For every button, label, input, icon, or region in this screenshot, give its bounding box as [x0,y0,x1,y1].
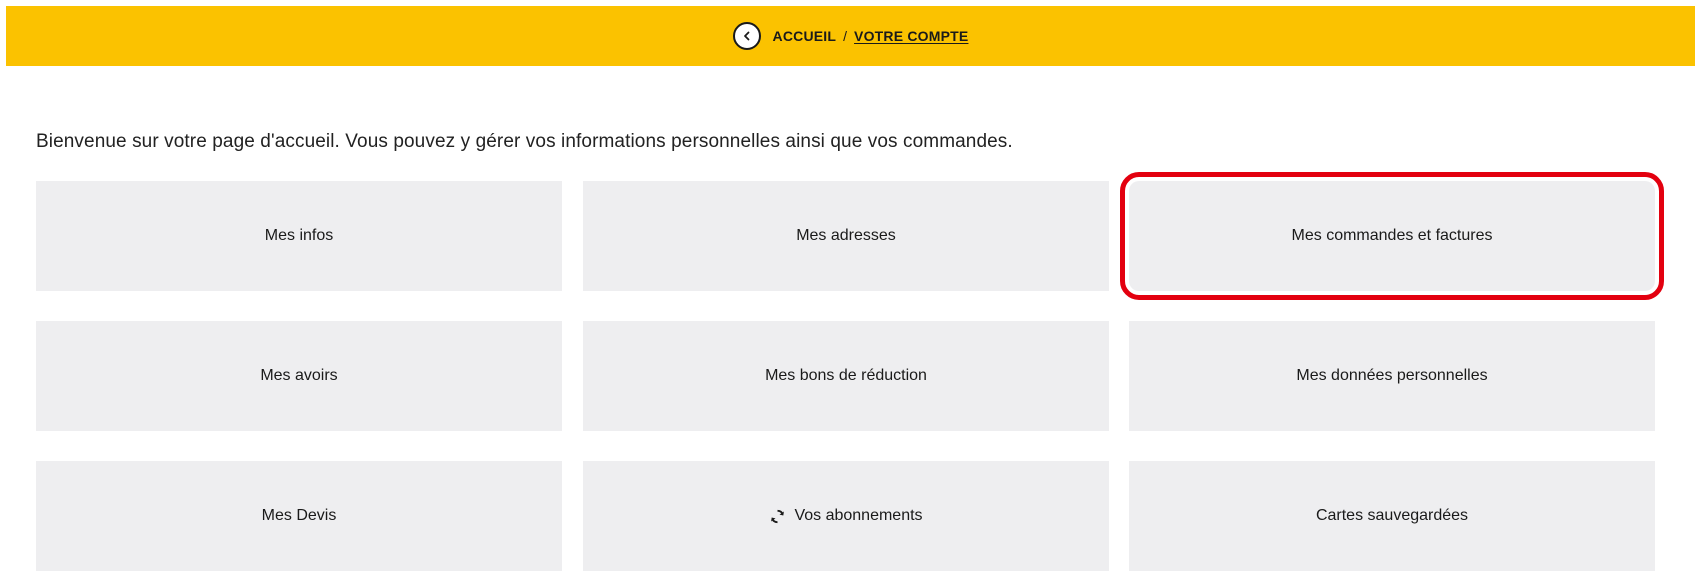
tile-mes-commandes-et-factures[interactable]: Mes commandes et factures [1120,172,1664,300]
tile-label: Mes Devis [261,507,337,524]
tile-label: Mes données personnelles [1296,367,1488,384]
tile-mes-bons-de-reduction[interactable]: Mes bons de réduction [583,321,1109,431]
tile-mes-adresses[interactable]: Mes adresses [583,181,1109,291]
tile-label: Mes commandes et factures [1291,227,1493,244]
breadcrumb-separator: / [843,28,848,44]
tile-label: Mes avoirs [260,367,338,384]
sync-icon [769,508,786,525]
tile-label: Vos abonnements [794,507,923,524]
tile-cartes-sauvegardees[interactable]: Cartes sauvegardées [1129,461,1655,571]
tile-vos-abonnements[interactable]: Vos abonnements [583,461,1109,571]
chevron-left-icon [743,31,749,41]
breadcrumb-home-link[interactable]: ACCUEIL [773,28,837,44]
tile-label: Mes adresses [796,227,896,244]
back-button[interactable] [732,22,761,50]
tile-label: Mes bons de réduction [765,367,927,384]
tile-mes-avoirs[interactable]: Mes avoirs [36,321,562,431]
tile-mes-devis[interactable]: Mes Devis [36,461,562,571]
breadcrumb-bar: ACCUEIL / VOTRE COMPTE [6,6,1695,66]
intro-text: Bienvenue sur votre page d'accueil. Vous… [36,131,1013,152]
breadcrumb-current-link[interactable]: VOTRE COMPTE [854,28,968,44]
tile-label: Mes infos [264,227,334,244]
tile-mes-infos[interactable]: Mes infos [36,181,562,291]
tile-label: Cartes sauvegardées [1315,507,1469,524]
tile-mes-donnees-personnelles[interactable]: Mes données personnelles [1129,321,1655,431]
